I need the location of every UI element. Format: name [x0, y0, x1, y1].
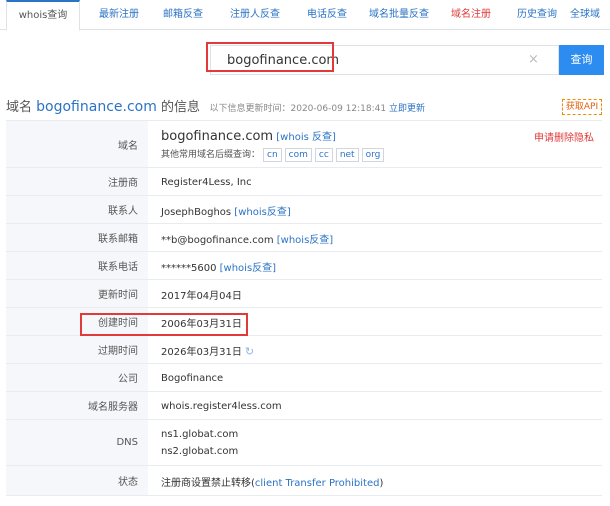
tab-history-query[interactable]: 历史查询 [506, 0, 568, 30]
updated-value: 2017年04月04日 [161, 290, 242, 302]
page-title: 域名 bogofinance.com 的信息 [6, 99, 200, 115]
update-time-text: 以下信息更新时间：2020-06-09 12:18:41 [209, 104, 387, 114]
get-api-link[interactable]: 获取API [562, 99, 602, 115]
row-value: ******5600 [whois反查] [148, 252, 602, 280]
table-row-whois-server: 域名服务器 whois.register4less.com [6, 392, 602, 420]
company-value: Bogofinance [161, 372, 224, 384]
suffix-org[interactable]: org [361, 147, 385, 162]
search-input[interactable] [211, 46, 526, 74]
update-now-link[interactable]: 立即更新 [389, 104, 425, 114]
table-row-created: 创建时间 2006年03月31日 [6, 308, 602, 336]
whois-reverse-link[interactable]: [whois 反查] [276, 132, 336, 143]
phone-reverse-link[interactable]: [whois反查] [220, 263, 276, 274]
dns-value-1: ns1.globat.com [161, 429, 239, 440]
row-label: 过期时间 [6, 336, 148, 363]
row-label: 联系电话 [6, 252, 148, 279]
tab-latest-registered[interactable]: 最新注册 [88, 0, 150, 30]
info-heading: 域名 bogofinance.com 的信息 以下信息更新时间：2020-06-… [6, 96, 425, 115]
row-label: 状态 [6, 466, 148, 495]
domain-value: bogofinance.com [161, 128, 274, 144]
table-row-email: 联系邮箱 **b@bogofinance.com [whois反查] [6, 224, 602, 252]
update-time: 以下信息更新时间：2020-06-09 12:18:41 立即更新 [210, 104, 425, 114]
table-row-company: 公司 Bogofinance [6, 364, 602, 392]
tab-global-domain[interactable]: 全球域 [570, 0, 610, 30]
row-value: ns1.globat.com ns2.globat.com [148, 420, 602, 466]
status-value: 注册商设置禁止转移( [161, 477, 255, 489]
suffix-query-line: 其他常用域名后缀查询： cn com cc net org [161, 147, 602, 162]
row-value: 2026年03月31日 ↻ [148, 336, 602, 364]
whois-server-value: whois.register4less.com [161, 400, 282, 412]
table-row-dns: DNS ns1.globat.com ns2.globat.com [6, 420, 602, 466]
registrar-value: Register4Less, Inc [161, 176, 252, 188]
created-value: 2006年03月31日 [161, 318, 242, 330]
table-row-updated: 更新时间 2017年04月04日 [6, 280, 602, 308]
row-label: 注册商 [6, 168, 148, 195]
row-value: JosephBoghos [whois反查] [148, 196, 602, 224]
email-reverse-link[interactable]: [whois反查] [277, 235, 333, 246]
table-row-registrar: 注册商 Register4Less, Inc [6, 168, 602, 196]
tab-whois-query[interactable]: whois查询 [6, 0, 80, 31]
phone-value: ******5600 [161, 262, 217, 274]
table-row-status: 状态 注册商设置禁止转移(client Transfer Prohibited) [6, 466, 602, 496]
title-suffix: 的信息 [156, 100, 200, 115]
search-button[interactable]: 查询 [559, 45, 604, 75]
title-prefix: 域名 [6, 100, 37, 115]
suffix-net[interactable]: net [335, 147, 359, 162]
whois-info-table: 域名 bogofinance.com [whois 反查] 其他常用域名后缀查询… [6, 120, 602, 496]
row-label: 创建时间 [6, 308, 148, 335]
suffix-cn[interactable]: cn [263, 147, 282, 162]
tab-batch-reverse[interactable]: 域名批量反查 [362, 0, 436, 30]
tab-domain-register[interactable]: 域名注册 [442, 0, 500, 30]
tab-phone-reverse[interactable]: 电话反查 [296, 0, 358, 30]
tab-registrant-reverse[interactable]: 注册人反查 [220, 0, 290, 30]
table-row-expires: 过期时间 2026年03月31日 ↻ [6, 336, 602, 364]
table-row-contact: 联系人 JosephBoghos [whois反查] [6, 196, 602, 224]
contact-reverse-link[interactable]: [whois反查] [234, 207, 290, 218]
row-label: 联系人 [6, 196, 148, 223]
close-icon[interactable]: × [528, 52, 539, 67]
row-label: 域名 [6, 121, 148, 167]
status-close: ) [379, 477, 384, 489]
title-domain: bogofinance.com [36, 99, 157, 115]
row-label: DNS [6, 420, 148, 465]
dns-value-2: ns2.globat.com [161, 446, 239, 457]
tab-email-reverse[interactable]: 邮箱反查 [152, 0, 214, 30]
suffix-cc[interactable]: cc [314, 147, 333, 162]
row-label: 域名服务器 [6, 392, 148, 419]
search-box [210, 45, 559, 75]
expires-value: 2026年03月31日 [161, 346, 242, 358]
contact-value: JosephBoghos [161, 206, 232, 218]
remove-privacy-link[interactable]: 申请删除隐私 [534, 129, 594, 144]
row-label: 更新时间 [6, 280, 148, 307]
row-label: 联系邮箱 [6, 224, 148, 251]
table-row-phone: 联系电话 ******5600 [whois反查] [6, 252, 602, 280]
table-row-domain: 域名 bogofinance.com [whois 反查] 其他常用域名后缀查询… [6, 121, 602, 168]
refresh-icon[interactable]: ↻ [245, 345, 254, 358]
status-link[interactable]: client Transfer Prohibited [255, 478, 380, 489]
row-value: **b@bogofinance.com [whois反查] [148, 224, 602, 252]
email-value: **b@bogofinance.com [161, 234, 274, 246]
suffix-label: 其他常用域名后缀查询： [161, 149, 261, 160]
tab-bar: whois查询 最新注册 邮箱反查 注册人反查 电话反查 域名批量反查 域名注册… [0, 0, 610, 31]
row-value: 注册商设置禁止转移(client Transfer Prohibited) [148, 466, 602, 496]
suffix-com[interactable]: com [284, 147, 312, 162]
row-label: 公司 [6, 364, 148, 391]
